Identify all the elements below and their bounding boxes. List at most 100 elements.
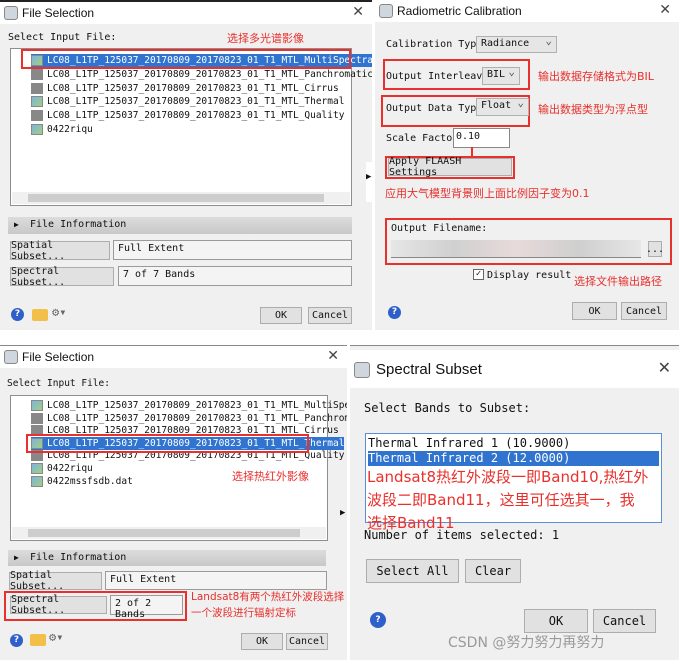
spatial-subset-value: Full Extent [113,240,352,260]
file-item[interactable]: LC08_L1TP_125037_20170809_20170823_01_T1… [31,109,344,122]
file-icon [31,124,43,135]
file-name: LC08_L1TP_125037_20170809_20170823_01_T1… [47,110,345,122]
spatial-subset-button[interactable]: Spatial Subset... [9,570,102,592]
close-icon[interactable]: ✕ [352,4,364,20]
expand-arrow-icon[interactable]: ▶ [366,172,371,182]
ok-button[interactable]: OK [572,302,617,320]
spectral-subset-value: 2 of 2 Bands [110,595,183,620]
app-icon [4,6,18,20]
output-data-type-dropdown[interactable]: Float [476,96,529,116]
annotation: 输出数据类型为浮点型 [538,103,648,116]
annotation: Landsat8有两个热红外波段选择 [191,591,345,603]
help-icon[interactable]: ? [11,308,24,321]
open-folder-icon[interactable] [30,634,46,646]
app-icon [4,350,18,364]
output-filename-label: Output Filename: [391,223,488,234]
spectral-subset-button[interactable]: Spectral Subset... [10,594,107,616]
file-icon [31,110,43,122]
file-icon [31,412,43,424]
cancel-button[interactable]: Cancel [621,302,667,320]
file-item[interactable]: 0422riqu [31,123,93,136]
open-folder-icon[interactable] [32,309,48,321]
cancel-button[interactable]: Cancel [593,609,656,633]
title-bar: Spectral Subset ✕ [350,350,679,388]
file-selection-dialog-2: File Selection ✕ Select Input File: LC08_… [0,345,347,660]
file-item[interactable]: 0422riqu [31,462,93,475]
file-icon [31,82,43,94]
horizontal-scrollbar[interactable] [12,527,326,539]
spatial-subset-button[interactable]: Spatial Subset... [10,240,110,262]
spectral-subset-button[interactable]: Spectral Subset... [10,266,114,288]
file-icon [31,68,43,80]
watermark: CSDN @努力努力再努力 [448,635,605,651]
dialog-title: Spectral Subset [376,360,482,378]
file-name: LC08_L1TP_125037_20170809_20170823_01_T1… [47,400,347,411]
selected-count: Number of items selected: 1 [364,528,560,542]
options-menu-icon[interactable]: ⚙▾ [49,630,63,644]
file-selection-dialog-1: File Selection ✕ Select Input File: 选择多光谱… [0,0,372,330]
file-item[interactable]: 0422mssfsdb.dat [31,475,133,488]
select-input-label: Select Input File: [8,32,117,43]
file-icon [31,400,43,411]
file-item[interactable]: LC08_L1TP_125037_20170809_20170823_01_T1… [31,399,347,412]
scrollbar[interactable] [366,162,372,202]
dialog-title: File Selection [22,350,95,364]
band-item-selected[interactable]: Thermal Infrared 2 (12.0000) [368,451,659,466]
file-icon [31,463,43,474]
close-icon[interactable]: ✕ [327,348,339,364]
help-icon[interactable]: ? [370,612,386,628]
file-name: 0422riqu [47,463,93,474]
scale-factor-input[interactable]: 0.10 [453,128,510,148]
file-item[interactable]: LC08_L1TP_125037_20170809_20170823_01_T1… [31,68,372,81]
file-information-toggle[interactable]: ▶ File Information [8,217,352,234]
display-result-label: Display result [487,270,572,281]
dialog-title: Radiometric Calibration [397,4,522,18]
select-all-button[interactable]: Select All [366,559,459,583]
help-icon[interactable]: ? [388,306,401,319]
help-icon[interactable]: ? [10,634,23,647]
options-menu-icon[interactable]: ⚙▾ [52,305,66,319]
annotation: Landsat8热红外波段一即Band10,热红外 [367,468,649,486]
apply-flaash-settings-button[interactable]: Apply FLAASH Settings [388,156,512,178]
output-data-type-label: Output Data Type [386,103,483,114]
file-list[interactable]: LC08_L1TP_125037_20170809_20170823_01_T1… [10,48,372,206]
band-item[interactable]: Thermal Infrared 1 (10.9000) [368,436,659,451]
annotation: 应用大气模型背景则上面比例因子变为0.1 [385,187,590,200]
spectral-subset-value: 7 of 7 Bands [118,266,352,286]
file-name: LC08_L1TP_125037_20170809_20170823_01_T1… [47,96,345,108]
file-icon [31,475,43,487]
annotation: 一个波段进行辐射定标 [191,607,296,619]
title-bar: File Selection ✕ [0,346,347,368]
highlight-box [21,49,351,69]
clear-button[interactable]: Clear [465,559,521,583]
browse-button[interactable]: ... [646,241,664,257]
file-name: 0422mssfsdb.dat [47,475,133,487]
spectral-subset-dialog: Spectral Subset ✕ Select Bands to Subset:… [350,345,679,660]
ok-button[interactable]: OK [241,633,283,650]
annotation: 输出数据存储格式为BIL [538,70,654,83]
calibration-type-label: Calibration Type [386,39,483,50]
file-name: 0422riqu [47,124,93,135]
file-item[interactable]: LC08_L1TP_125037_20170809_20170823_01_T1… [31,95,344,108]
output-interleave-label: Output Interleave [386,71,489,82]
close-icon[interactable]: ✕ [658,358,671,377]
ok-button[interactable]: OK [260,307,302,324]
horizontal-scrollbar[interactable] [12,192,350,204]
output-interleave-dropdown[interactable]: BIL [482,65,520,85]
close-icon[interactable]: ✕ [659,2,671,18]
file-information-toggle[interactable]: ▶ File Information [8,550,326,566]
annotation: 选择文件输出路径 [574,275,662,288]
select-input-label: Select Input File: [7,378,110,389]
annotation: 波段二即Band11，这里可任选其一，我 [367,491,635,509]
title-bar: Radiometric Calibration ✕ [375,0,679,22]
cancel-button[interactable]: Cancel [308,307,352,324]
ok-button[interactable]: OK [524,609,588,633]
output-filename-input[interactable] [391,240,641,258]
display-result-checkbox[interactable]: ✓ [473,269,484,280]
file-item[interactable]: LC08_L1TP_125037_20170809_20170823_01_T1… [31,412,347,425]
calibration-type-dropdown[interactable]: Radiance [476,34,557,53]
cancel-button[interactable]: Cancel [286,633,328,650]
expand-arrow-icon[interactable]: ▶ [340,508,345,518]
file-item[interactable]: LC08_L1TP_125037_20170809_20170823_01_T1… [31,82,339,95]
dialog-title: File Selection [22,6,95,20]
